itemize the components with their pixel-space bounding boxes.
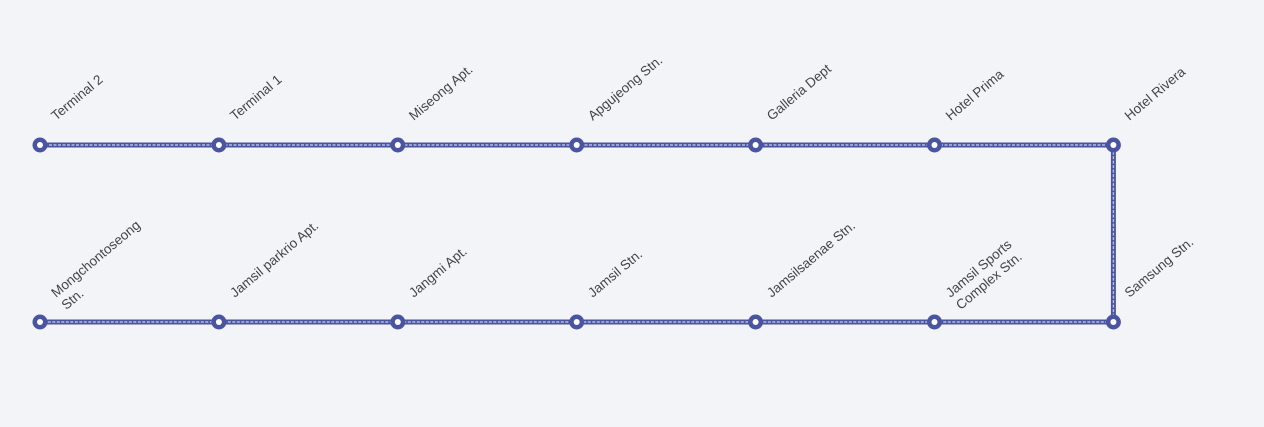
stop-marker-center [1110, 142, 1117, 148]
stop-marker [390, 137, 406, 153]
stop-marker [32, 314, 48, 330]
stop-marker-center [931, 319, 938, 325]
stop-label-line: Mongchontoseong [48, 217, 143, 300]
stop-marker-center [37, 142, 43, 148]
stop-marker [569, 137, 585, 153]
stop-marker [211, 137, 227, 153]
stop-label: Terminal 2 [48, 72, 105, 124]
stop-label: MongchontoseongStn. [48, 217, 153, 312]
stop-label: Samsung Stn. [1122, 234, 1197, 300]
stop-label: Jamsil SportsComplex Stn. [943, 237, 1025, 313]
stop-marker [569, 314, 585, 330]
stop-marker [1105, 137, 1121, 153]
stop-marker [211, 314, 227, 330]
stop-label-line: Jamsil Stn. [585, 246, 645, 300]
stop-marker-center [394, 142, 401, 148]
stop-marker [748, 137, 764, 153]
stop-label-line: Terminal 2 [48, 72, 105, 124]
stop-label-line: Hotel Prima [943, 66, 1007, 123]
stop-label: Miseong Apt. [406, 62, 475, 124]
stop-marker-center [752, 319, 759, 325]
stop-marker-center [1110, 319, 1117, 325]
stop-marker-center [573, 319, 580, 325]
stop-marker-center [215, 319, 222, 325]
stop-label: Hotel Prima [943, 66, 1007, 123]
stop-marker [927, 314, 942, 330]
stop-marker [927, 137, 942, 153]
stop-marker-center [215, 142, 222, 148]
stop-label: Hotel Rivera [1122, 64, 1189, 124]
stop-label: Jangmi Apt. [406, 243, 470, 300]
stop-label-line: Miseong Apt. [406, 62, 475, 124]
stop-marker-center [573, 142, 580, 148]
stop-label-line: Hotel Rivera [1122, 64, 1189, 124]
stop-marker [390, 314, 406, 330]
stop-label: Jamsil Stn. [585, 246, 645, 300]
stop-marker [1105, 314, 1121, 330]
stop-marker-center [931, 142, 938, 148]
stop-label-line: Jamsil parkrio Apt. [227, 218, 321, 300]
stop-label-line: Terminal 1 [227, 72, 284, 124]
stop-label: Jamsilsaenae Stn. [764, 218, 858, 300]
stop-label: Terminal 1 [227, 72, 284, 124]
stop-label: Apgujeong Stn. [585, 52, 665, 123]
stop-label: Jamsil parkrio Apt. [227, 218, 321, 300]
stop-marker-center [394, 319, 401, 325]
stop-label-line: Galleria Dept [764, 61, 834, 123]
stop-label-line: Apgujeong Stn. [585, 52, 665, 123]
route-labels: Terminal 2 Terminal 1 Miseong Apt. Apgujeon… [47, 51, 1198, 314]
stop-label-line: Jangmi Apt. [406, 243, 470, 300]
stop-label-line: Samsung Stn. [1122, 234, 1197, 300]
stop-marker [748, 314, 764, 330]
stop-marker-center [752, 142, 759, 148]
route-map: Terminal 2 Terminal 1 Miseong Apt. Apgujeon… [32, 51, 1198, 330]
stop-marker [32, 137, 48, 153]
stop-label-line: Jamsilsaenae Stn. [764, 218, 858, 300]
stop-label: Galleria Dept [764, 61, 834, 123]
stop-marker-center [37, 319, 43, 325]
